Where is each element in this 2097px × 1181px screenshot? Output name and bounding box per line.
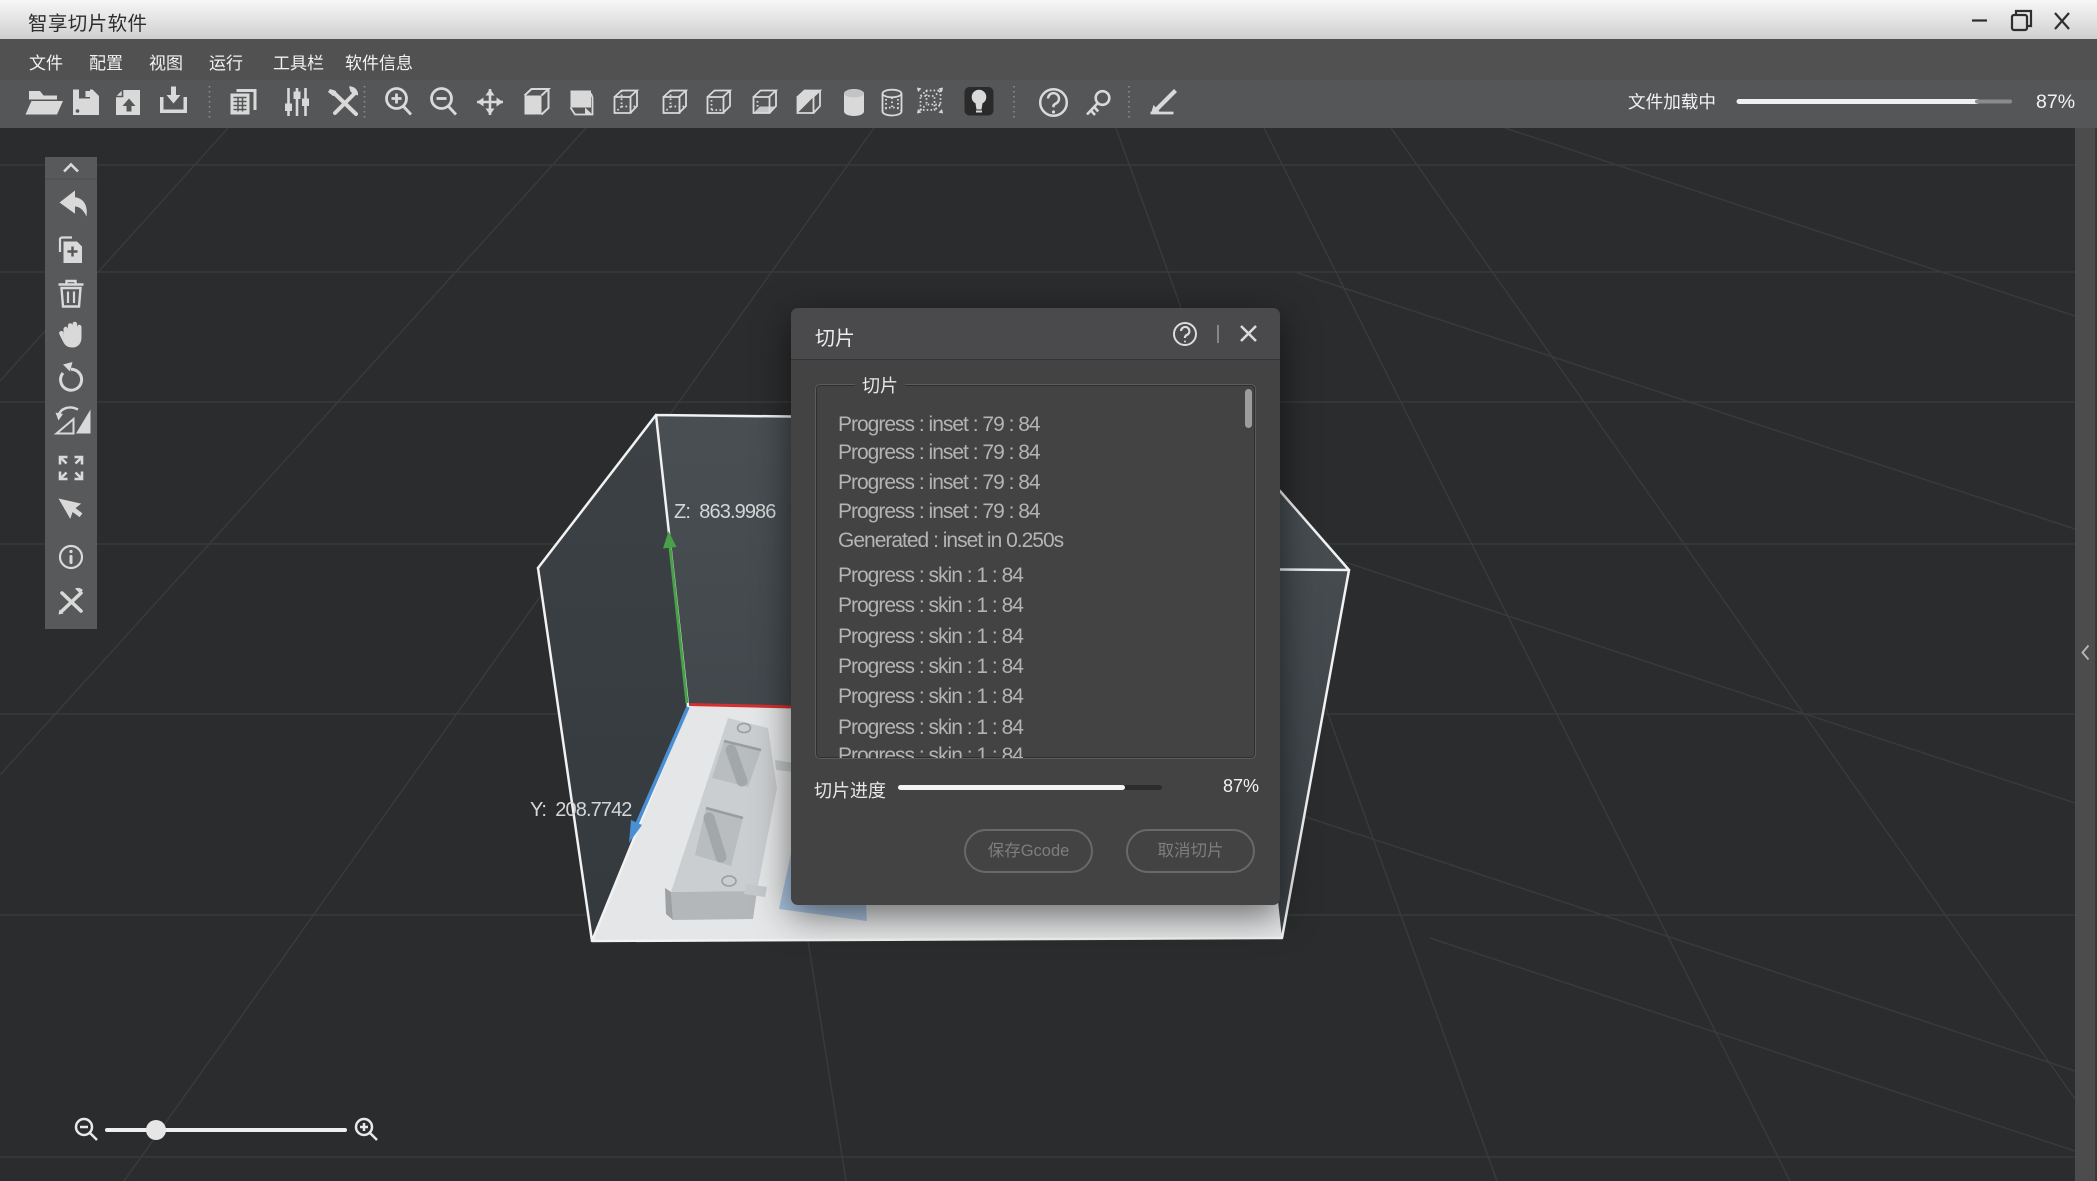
svg-text:Z: 863.9986: Z: 863.9986 bbox=[674, 501, 776, 523]
svg-text:87%: 87% bbox=[2036, 91, 2075, 113]
svg-text:Y: 208.7742: Y: 208.7742 bbox=[530, 799, 632, 821]
svg-text:文件加载中: 文件加载中 bbox=[1628, 92, 1716, 112]
